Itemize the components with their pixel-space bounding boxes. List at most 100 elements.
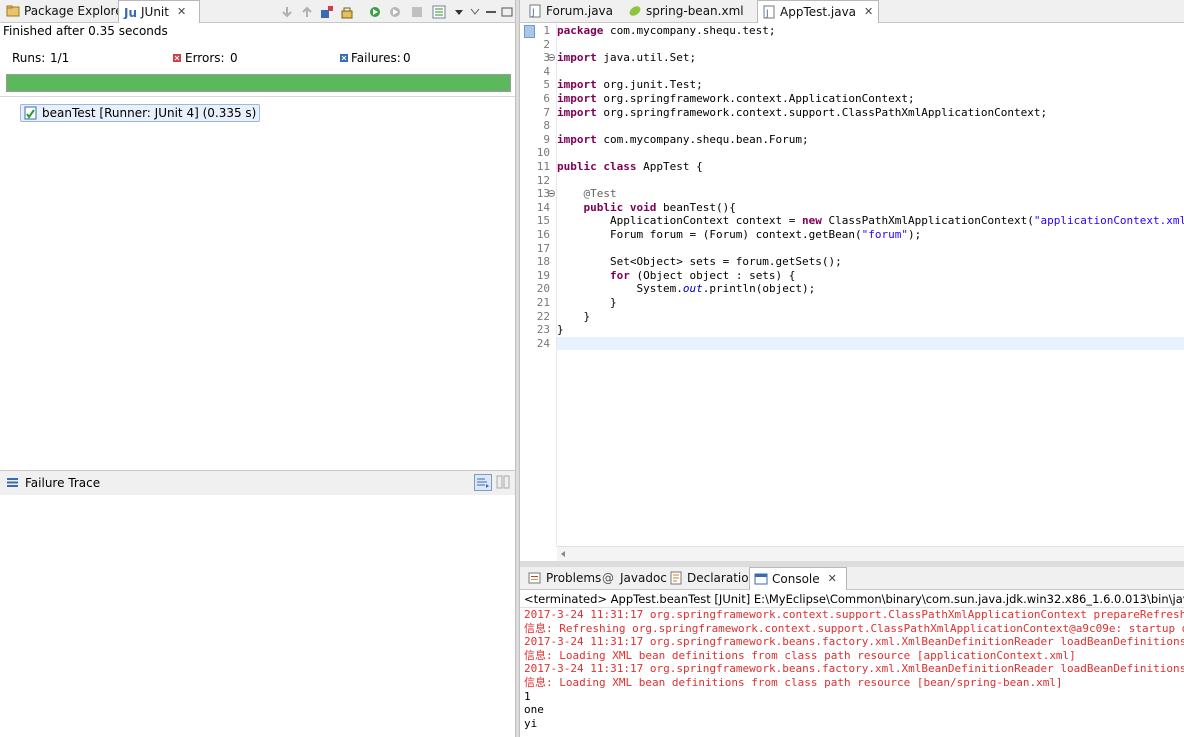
left-view-tabbar: Package Explorer Ju JUnit ✕: [0, 0, 515, 23]
code-line: import org.springframework.context.Appli…: [557, 92, 915, 105]
line-number: 14: [536, 200, 550, 214]
line-number: 6: [543, 92, 550, 105]
svg-text:J: J: [765, 9, 769, 19]
tab-console-label: Console: [772, 572, 820, 586]
tab-junit-label: JUnit: [141, 5, 169, 19]
maximize-icon[interactable]: [500, 5, 514, 19]
errors-label: Errors:: [185, 51, 225, 65]
line-number: 4: [543, 64, 550, 78]
code-line: public void beanTest(){: [557, 200, 736, 214]
runs-label: Runs:: [12, 51, 46, 65]
fold-collapse-icon[interactable]: [548, 190, 555, 197]
console-line: 信息: Refreshing org.springframework.conte…: [524, 621, 1184, 635]
console-line: 2017-3-24 11:31:17 org.springframework.c…: [524, 608, 1184, 621]
svg-text:J: J: [531, 8, 535, 18]
runs-value: 1/1: [50, 51, 70, 65]
javadoc-icon: @: [602, 571, 614, 585]
line-number: 15: [536, 214, 550, 228]
rerun-failed-first-icon[interactable]: [388, 5, 402, 19]
show-failures-only-icon[interactable]: [320, 5, 334, 19]
tab-declaration[interactable]: Declaration: [665, 567, 762, 589]
stop-icon[interactable]: [410, 5, 424, 19]
tab-console[interactable]: Console ✕: [749, 567, 847, 590]
console-line: 2017-3-24 11:31:17 org.springframework.b…: [524, 662, 1184, 676]
line-number: 24: [536, 336, 550, 350]
view-menu-icon[interactable]: [452, 5, 466, 19]
minimize-icon[interactable]: [484, 5, 498, 19]
tab-forum-java-label: Forum.java: [546, 4, 614, 18]
tab-spring-bean-xml[interactable]: spring-bean.xml: [624, 0, 750, 22]
code-line: }: [557, 296, 617, 309]
line-number: 20: [536, 282, 550, 296]
tab-javadoc-label: Javadoc: [620, 571, 667, 585]
tab-apptest-java-label: AppTest.java: [780, 5, 857, 19]
test-item-beantest[interactable]: beanTest [Runner: JUnit 4] (0.335 s): [20, 104, 261, 122]
console-line: 2017-3-24 11:31:17 org.springframework.b…: [524, 635, 1184, 649]
failure-icon: [340, 54, 348, 62]
tab-package-explorer[interactable]: Package Explorer: [2, 0, 134, 22]
failure-trace-title: Failure Trace: [25, 476, 101, 490]
junit-progress-fill: [7, 75, 510, 91]
view-menu-chevron-icon[interactable]: [468, 5, 482, 19]
line-number: 11: [536, 160, 550, 173]
tab-junit[interactable]: Ju JUnit ✕: [118, 0, 200, 23]
code-line: for (Object object : sets) {: [557, 268, 796, 282]
line-number: 10: [536, 146, 550, 160]
tab-problems[interactable]: Problems: [524, 567, 607, 589]
fold-collapse-icon[interactable]: [548, 54, 555, 61]
tab-junit-close-icon[interactable]: ✕: [177, 1, 186, 23]
compare-result-icon[interactable]: [496, 475, 510, 489]
line-number: 3: [543, 51, 550, 65]
line-number: 18: [536, 255, 550, 269]
tab-forum-java[interactable]: J Forum.java: [524, 0, 619, 22]
errors-value: 0: [230, 51, 238, 65]
code-line: import java.util.Set;: [557, 51, 697, 65]
tab-apptest-java[interactable]: J AppTest.java ✕: [757, 0, 879, 23]
next-failure-icon[interactable]: [280, 5, 294, 19]
failures-value: 0: [403, 51, 411, 65]
junit-progress-bar: [6, 74, 511, 92]
package-explorer-icon: [6, 5, 20, 17]
bottom-tabbar: Problems @ Javadoc Declaration Console ✕: [520, 567, 1184, 590]
line-number: 8: [543, 119, 550, 133]
error-icon: [173, 54, 181, 62]
editor-horizontal-scrollbar[interactable]: [557, 546, 1184, 561]
previous-failure-icon[interactable]: [300, 5, 314, 19]
declaration-icon: [670, 571, 682, 585]
console-output: 2017-3-24 11:31:17 org.springframework.c…: [524, 608, 1184, 737]
tab-console-close-icon[interactable]: ✕: [828, 568, 837, 590]
current-line-highlight: [557, 336, 1184, 351]
scroll-left-icon[interactable]: [559, 550, 567, 558]
failure-trace-area: [0, 495, 515, 737]
tab-problems-label: Problems: [546, 571, 602, 585]
tab-javadoc[interactable]: @ Javadoc: [598, 567, 673, 589]
console-line: yi: [524, 716, 538, 730]
code-line: @Test: [557, 187, 617, 201]
java-file-icon: J: [529, 4, 541, 18]
code-line: import org.junit.Test;: [557, 78, 703, 92]
junit-icon: Ju: [123, 6, 137, 19]
filter-stack-trace-icon[interactable]: [474, 474, 492, 491]
line-number: 12: [536, 173, 550, 187]
code-line: ApplicationContext context = new ClassPa…: [557, 214, 1184, 228]
console-icon: [754, 573, 768, 585]
line-number: 7: [543, 105, 550, 119]
code-line: import org.springframework.context.suppo…: [557, 105, 1048, 119]
line-number: 23: [536, 323, 550, 337]
tab-apptest-close-icon[interactable]: ✕: [864, 1, 873, 23]
line-numbers: 1 2 3 4 5 6 7 8 9 10 11 12 13 14 15 16 1…: [520, 24, 550, 544]
test-run-history-icon[interactable]: [432, 5, 446, 19]
failure-trace-icon: [7, 478, 18, 487]
line-number: 17: [536, 241, 550, 255]
scroll-lock-icon[interactable]: [340, 5, 354, 19]
line-number: 5: [543, 78, 550, 92]
rerun-test-icon[interactable]: [368, 5, 382, 19]
console-line: 信息: Loading XML bean definitions from cl…: [524, 675, 1063, 689]
line-number: 19: [536, 268, 550, 282]
code-editor[interactable]: package com.mycompany.shequ.test; import…: [557, 24, 1184, 546]
console-line: 1: [524, 689, 531, 703]
line-number: 21: [536, 296, 550, 309]
line-number: 9: [543, 132, 550, 146]
junit-results-tree: beanTest [Runner: JUnit 4] (0.335 s): [0, 96, 515, 469]
failures-label: Failures:: [351, 51, 401, 65]
